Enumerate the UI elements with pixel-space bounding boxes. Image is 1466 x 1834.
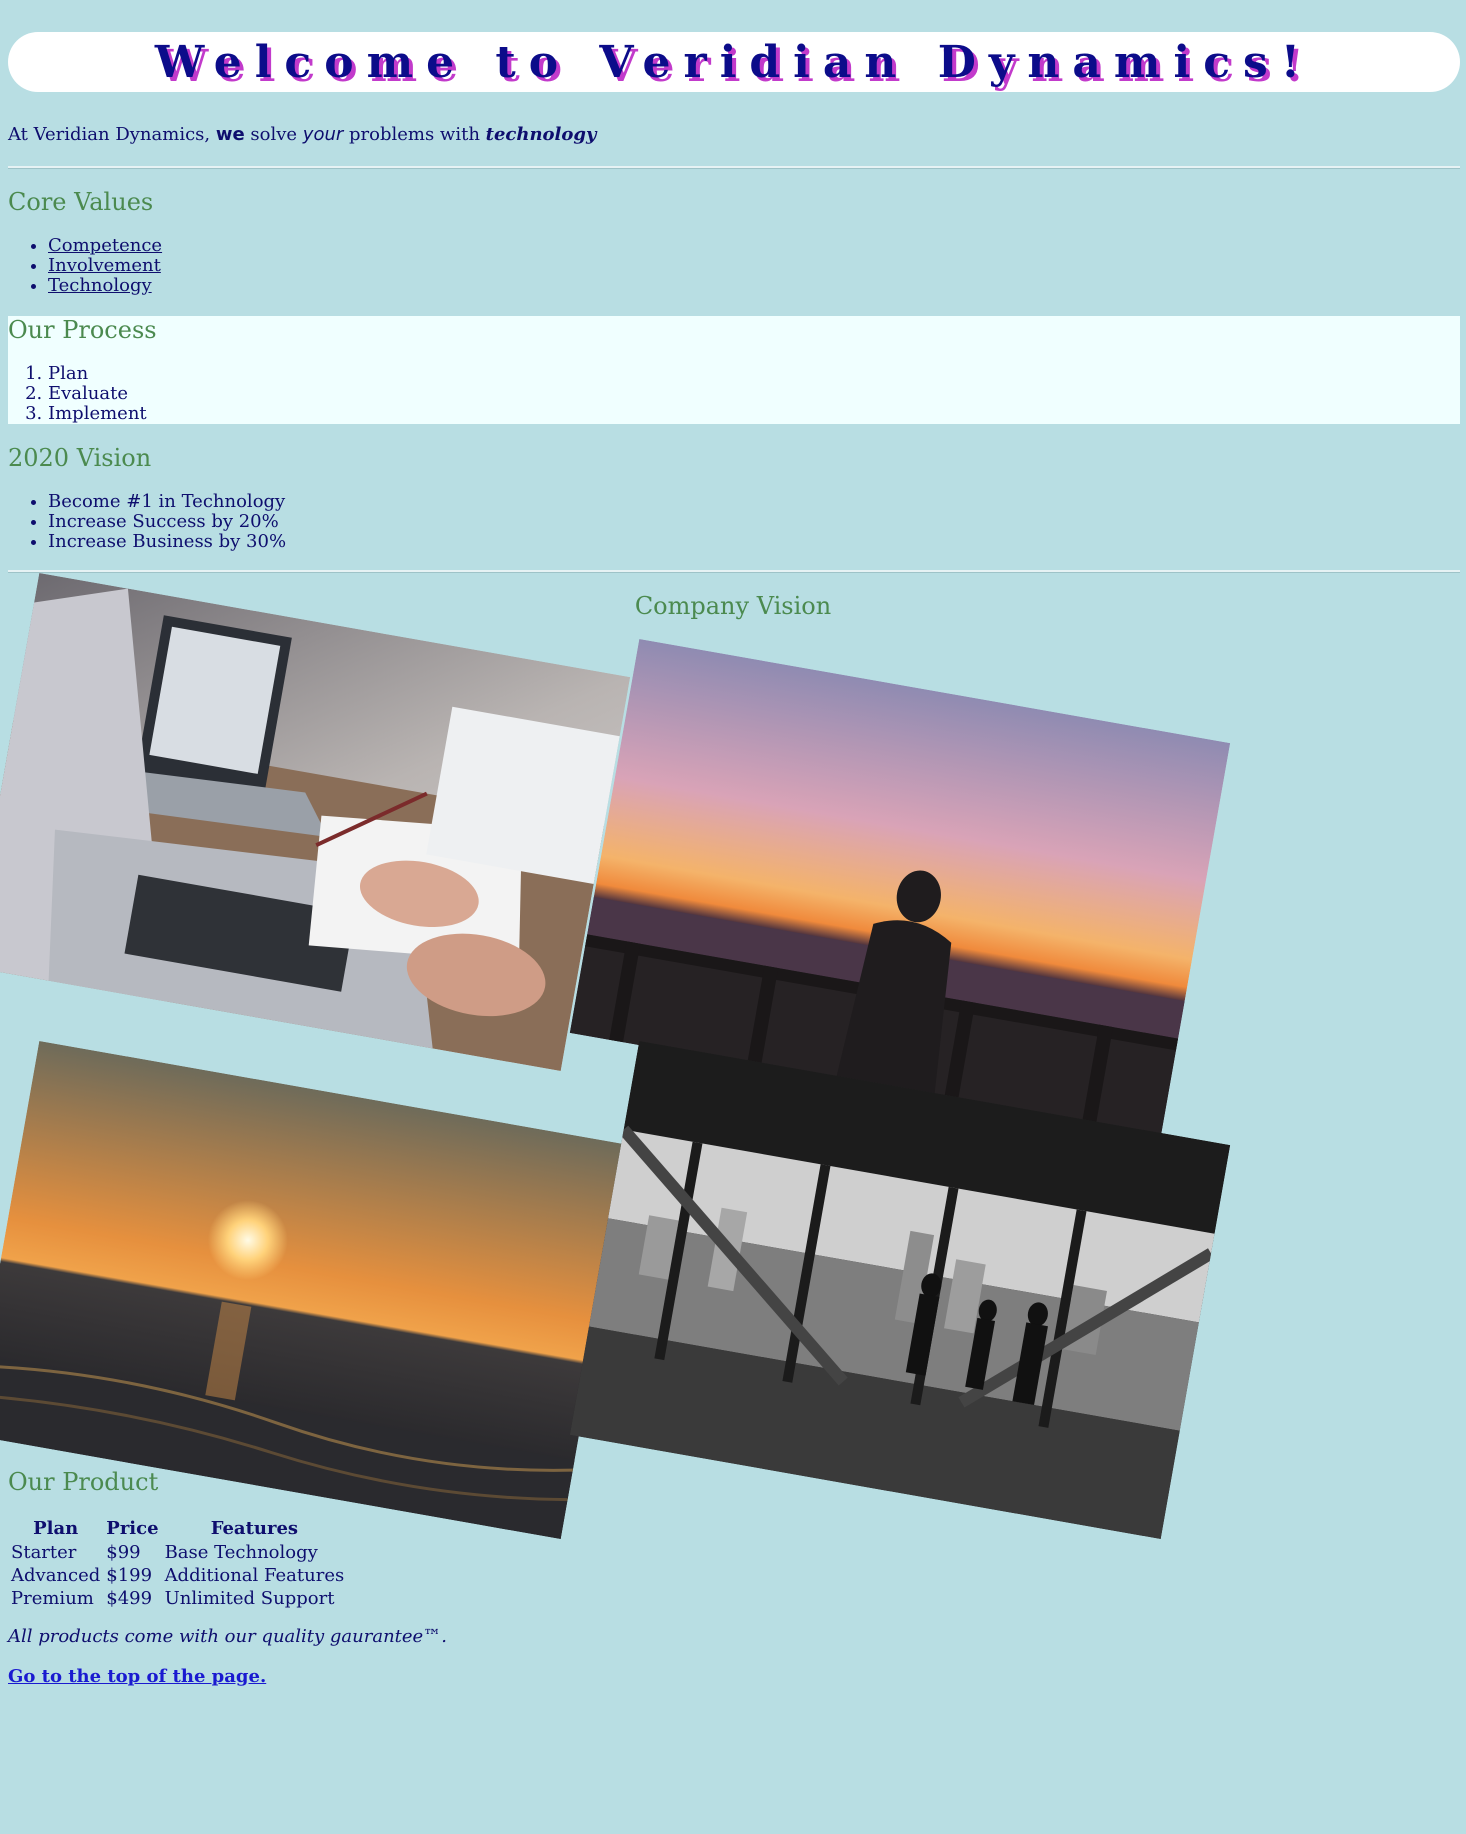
guarantee-text: All products come with our quality gaura…	[8, 1626, 447, 1647]
process-step: Plan	[48, 364, 147, 384]
list-item: Competence	[48, 236, 162, 256]
process-step: Evaluate	[48, 384, 147, 404]
vision-2020-list: Become #1 in Technology Increase Success…	[8, 492, 286, 552]
process-heading: Our Process	[8, 316, 157, 344]
page-title: Welcome to Veridian Dynamics!	[154, 36, 1314, 88]
title-banner: Welcome to Veridian Dynamics!	[8, 32, 1460, 92]
table-cell: Additional Features	[164, 1565, 345, 1586]
page: Welcome to Veridian Dynamics! At Veridia…	[0, 0, 1466, 1834]
product-table: Plan Price Features Starter $99 Base Tec…	[8, 1516, 347, 1610]
table-cell: Advanced	[11, 1565, 101, 1586]
table-cell: Unlimited Support	[164, 1588, 335, 1609]
back-to-top-link[interactable]: Go to the top of the page.	[8, 1666, 266, 1687]
core-value-link-involvement[interactable]: Involvement	[48, 255, 161, 276]
column-header-plan: Plan	[33, 1518, 79, 1539]
table-cell: $499	[106, 1588, 153, 1609]
core-values-heading: Core Values	[8, 188, 154, 216]
process-step: Implement	[48, 404, 147, 424]
list-item: Increase Business by 30%	[48, 532, 286, 552]
photo-laptops-meeting	[0, 572, 631, 1072]
intro-your: your	[302, 124, 344, 145]
intro-part3: problems with	[343, 124, 486, 145]
process-section	[8, 316, 1460, 424]
table-cell: $199	[106, 1565, 153, 1586]
divider-middle	[8, 570, 1460, 573]
vision-2020-heading: 2020 Vision	[8, 444, 152, 472]
core-values-list: Competence Involvement Technology	[8, 236, 162, 296]
table-cell: Premium	[11, 1588, 94, 1609]
list-item: Involvement	[48, 256, 162, 276]
table-cell: Starter	[11, 1542, 77, 1563]
table-header-row: Plan Price Features	[8, 1516, 347, 1541]
intro-part2: solve	[244, 124, 303, 145]
table-cell: Base Technology	[164, 1542, 318, 1563]
process-list: Plan Evaluate Implement	[8, 364, 147, 424]
core-value-link-technology[interactable]: Technology	[48, 275, 152, 296]
photo-sunset-ocean	[0, 1040, 631, 1540]
table-row: Premium $499 Unlimited Support	[8, 1587, 347, 1610]
divider-top	[8, 166, 1460, 169]
column-header-price: Price	[106, 1518, 159, 1539]
column-header-features: Features	[210, 1518, 299, 1539]
list-item: Increase Success by 20%	[48, 512, 286, 532]
list-item: Technology	[48, 276, 162, 296]
core-value-link-competence[interactable]: Competence	[48, 235, 162, 256]
intro-part1: At Veridian Dynamics,	[8, 124, 216, 145]
product-heading: Our Product	[8, 1468, 159, 1496]
table-row: Advanced $199 Additional Features	[8, 1564, 347, 1587]
table-cell: $99	[106, 1542, 141, 1563]
intro-we: we	[215, 124, 245, 145]
intro-text: At Veridian Dynamics, we solve your prob…	[8, 124, 596, 145]
list-item: Become #1 in Technology	[48, 492, 286, 512]
intro-technology: technology	[485, 124, 597, 145]
table-row: Starter $99 Base Technology	[8, 1541, 347, 1564]
